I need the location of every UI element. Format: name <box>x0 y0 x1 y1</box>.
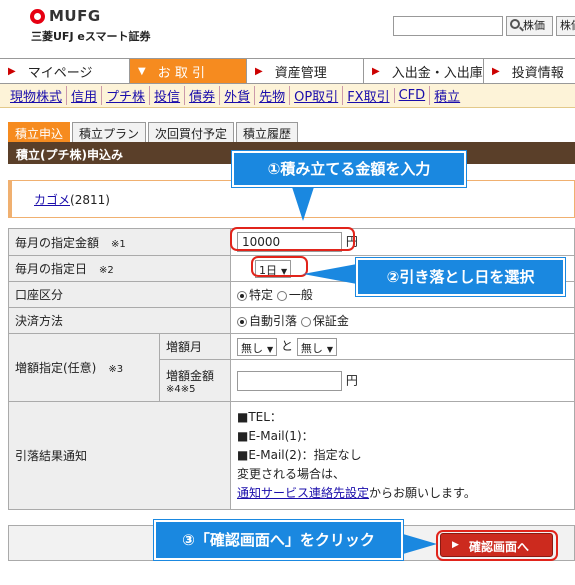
inc-amount-note: ※4※5 <box>166 383 196 395</box>
inc-amount-input[interactable] <box>237 370 342 391</box>
stock-name-link[interactable]: カゴメ <box>34 193 70 207</box>
notify-settings-link[interactable]: 通知サービス連絡先設定 <box>237 486 369 500</box>
payment-opt2-label: 保証金 <box>312 314 349 328</box>
subnav-tsumitate[interactable]: 積立 <box>429 86 464 105</box>
highlight-confirm <box>436 530 558 561</box>
search-icon <box>510 19 520 29</box>
nav-label: 投資情報 <box>511 65 564 81</box>
inc-amount-label-cell: 増額金額 ※4※5 <box>159 359 231 402</box>
payment-radio-deposit[interactable] <box>300 316 311 327</box>
subnav-fx[interactable]: FX取引 <box>342 86 393 105</box>
tab-history[interactable]: 積立履歴 <box>236 122 299 142</box>
callout-step-1: ①積み立てる金額を入力 <box>232 151 466 187</box>
main-nav: ▶ マイページ ▼ お 取 引 ▶ 資産管理 ▶ 入出金・入出庫 ▶ 投資情報 <box>0 58 575 84</box>
highlight-amount <box>230 227 355 251</box>
notify-value-cell: ■TEL： ■E-Mail(1)： ■E-Mail(2)：指定なし 変更される場… <box>230 401 575 510</box>
form-row-notify: 引落結果通知 ■TEL： ■E-Mail(1)： ■E-Mail(2)：指定なし… <box>8 401 575 510</box>
callout-pointer-2 <box>303 264 357 284</box>
tab-plan[interactable]: 積立プラン <box>72 122 147 142</box>
subnav-sakimono[interactable]: 先物 <box>254 86 289 105</box>
search-input[interactable] <box>393 16 503 36</box>
account-radio-ippan[interactable] <box>276 290 287 301</box>
nav-tab-mypage[interactable]: ▶ マイページ <box>0 59 130 83</box>
amount-label: 毎月の指定金額 <box>15 235 100 250</box>
subnav-genbutsu[interactable]: 現物株式 <box>10 86 66 105</box>
tab-apply[interactable]: 積立申込 <box>8 122 71 142</box>
mufg-logo-icon <box>30 9 45 24</box>
amount-note: ※1 <box>111 238 126 250</box>
logo-subtitle: 三菱UFJ eスマート証券 <box>31 30 151 43</box>
increase-label: 増額指定(任意) <box>15 361 97 375</box>
inc-month-select-1[interactable]: 無し <box>237 337 278 356</box>
account-opt1-label: 特定 <box>249 288 274 302</box>
inc-month-value-cell: 無し と 無し <box>230 333 575 360</box>
nav-label: 資産管理 <box>274 65 327 81</box>
arrow-right-icon: ▶ <box>255 65 263 77</box>
subnav-saiken[interactable]: 債券 <box>184 86 219 105</box>
inc-month-and: と <box>280 339 293 354</box>
inc-amount-label: 増額金額 <box>166 368 215 383</box>
subnav-puchikabu[interactable]: プチ株 <box>101 86 149 105</box>
inc-month-select-2[interactable]: 無し <box>296 337 337 356</box>
stock-code: (2811) <box>70 193 110 207</box>
nav-label: お 取 引 <box>157 65 205 81</box>
notify-link-line: 通知サービス連絡先設定からお願いします。 <box>237 484 568 503</box>
nav-tab-trade[interactable]: ▼ お 取 引 <box>130 59 247 83</box>
nav-label: 入出金・入出庫 <box>391 65 483 81</box>
amount-label-cell: 毎月の指定金額 ※1 <box>8 228 231 256</box>
subnav-cfd[interactable]: CFD <box>393 88 430 103</box>
inc-amount-value-cell: 円 <box>230 359 575 402</box>
account-label-cell: 口座区分 <box>8 281 231 308</box>
header: MUFG 三菱UFJ eスマート証券 株価 株価 <box>0 0 575 58</box>
day-note: ※2 <box>99 265 114 276</box>
page-tabs: 積立申込 積立プラン 次回買付予定 積立履歴 <box>8 122 300 142</box>
subnav-toushin[interactable]: 投信 <box>149 86 184 105</box>
sub-nav: 現物株式 信用 プチ株 投信 債券 外貨 先物 OP取引 FX取引 CFD 積立 <box>0 84 575 108</box>
payment-label-cell: 決済方法 <box>8 307 231 334</box>
notify-tail: からお願いします。 <box>369 486 476 500</box>
arrow-down-icon: ▼ <box>138 65 146 77</box>
notify-change: 変更される場合は、 <box>237 467 346 481</box>
notify-mail2: ■E-Mail(2)：指定なし <box>237 448 362 462</box>
account-radio-tokutei[interactable] <box>237 290 247 301</box>
payment-value-cell: 自動引落 保証金 <box>230 307 575 334</box>
increase-note: ※3 <box>108 364 124 375</box>
nav-tab-assets[interactable]: ▶ 資産管理 <box>247 59 364 83</box>
callout-pointer-1 <box>292 187 314 221</box>
inc-month-label: 増額月 <box>159 333 231 360</box>
search-button-label: 株価 <box>523 19 545 32</box>
nav-tab-deposit[interactable]: ▶ 入出金・入出庫 <box>364 59 484 83</box>
callout-step-3: ③「確認画面へ」をクリック <box>154 520 403 560</box>
subnav-op[interactable]: OP取引 <box>289 86 342 105</box>
search-button-2[interactable]: 株価 <box>556 16 575 36</box>
callout-pointer-3 <box>403 534 437 554</box>
notify-label-cell: 引落結果通知 <box>8 401 231 510</box>
notify-tel: ■TEL： <box>237 410 282 424</box>
form-row-inc-month: 増額指定(任意) ※3 増額月 無し と 無し <box>8 333 575 402</box>
notify-mail1: ■E-Mail(1)： <box>237 429 314 443</box>
arrow-right-icon: ▶ <box>8 65 16 77</box>
inc-amount-unit: 円 <box>345 373 358 387</box>
payment-radio-auto[interactable] <box>237 316 247 327</box>
callout-step-2: ②引き落とし日を選択 <box>356 258 565 296</box>
arrow-right-icon: ▶ <box>372 65 380 77</box>
subnav-gaika[interactable]: 外貨 <box>219 86 254 105</box>
nav-label: マイページ <box>27 65 93 81</box>
logo-text: MUFG <box>49 7 101 25</box>
form-row-payment: 決済方法 自動引落 保証金 <box>8 307 575 334</box>
search-button[interactable]: 株価 <box>506 16 553 36</box>
subnav-shinyo[interactable]: 信用 <box>66 86 101 105</box>
payment-opt1-label: 自動引落 <box>249 314 298 328</box>
day-label: 毎月の指定日 <box>15 262 88 276</box>
increase-label-cell: 増額指定(任意) ※3 <box>8 333 160 402</box>
nav-tab-info[interactable]: ▶ 投資情報 <box>484 59 575 83</box>
day-label-cell: 毎月の指定日 ※2 <box>8 255 231 282</box>
highlight-day <box>251 256 308 277</box>
arrow-right-icon: ▶ <box>492 65 500 77</box>
tab-next-purchase[interactable]: 次回買付予定 <box>148 122 235 142</box>
account-opt2-label: 一般 <box>288 288 313 302</box>
search-button-2-label: 株価 <box>560 19 575 32</box>
